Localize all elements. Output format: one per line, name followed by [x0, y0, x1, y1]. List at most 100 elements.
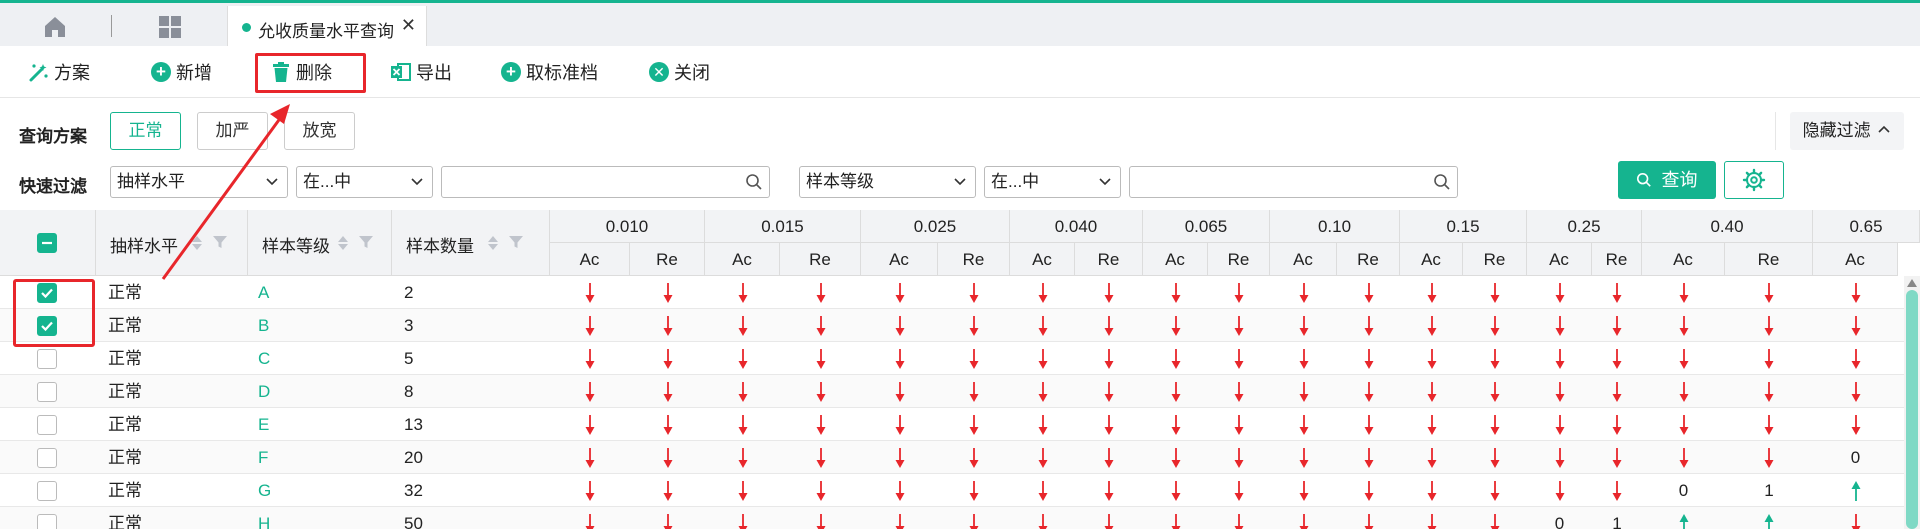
divider — [1775, 112, 1776, 150]
aql-header: 0.15 — [1400, 210, 1527, 243]
filter-panel: 查询方案 正常 加严 放宽 隐藏过滤 快速过滤 抽样水平 在...中 样本等级 … — [0, 98, 1920, 210]
arrow-down-icon — [1679, 282, 1689, 304]
operator-select-1[interactable]: 在...中 — [296, 166, 433, 198]
operator-select-2[interactable]: 在...中 — [984, 166, 1121, 198]
sample-grade-link[interactable]: C — [258, 342, 270, 375]
query-button[interactable]: 查询 — [1618, 161, 1716, 199]
arrow-down-icon — [816, 480, 826, 502]
search-icon[interactable] — [745, 173, 763, 196]
sampling-level-cell: 正常 — [108, 448, 142, 467]
table-row[interactable]: 正常 C 5 — [0, 342, 1920, 375]
row-checkbox[interactable] — [37, 514, 57, 529]
ac-header: Ac — [861, 243, 938, 276]
select-all-checkbox[interactable] — [37, 233, 57, 253]
sample-grade-link[interactable]: E — [258, 408, 269, 441]
filter-icon[interactable] — [212, 234, 228, 255]
scroll-thumb[interactable] — [1906, 290, 1918, 529]
arrow-down-icon — [1234, 315, 1244, 337]
sample-grade-link[interactable]: B — [258, 309, 269, 342]
arrow-down-icon — [1104, 381, 1114, 403]
ac-header: Ac — [1270, 243, 1337, 276]
table-row[interactable]: 正常 A 2 — [0, 276, 1920, 309]
arrow-down-icon — [1234, 513, 1244, 529]
arrow-down-icon — [1038, 447, 1048, 469]
sample-grade-link[interactable]: F — [258, 441, 268, 474]
field-select-1-value: 抽样水平 — [117, 172, 185, 191]
sampling-level-cell: 正常 — [108, 481, 142, 500]
row-checkbox[interactable] — [37, 481, 57, 501]
arrow-down-icon — [1299, 282, 1309, 304]
plus-circle-icon: + — [500, 61, 522, 83]
arrow-down-icon — [1764, 414, 1774, 436]
ac-re-value: 1 — [1612, 514, 1622, 529]
home-icon[interactable] — [42, 14, 68, 40]
search-icon[interactable] — [1433, 173, 1451, 196]
vertical-scrollbar[interactable] — [1904, 276, 1920, 529]
arrow-down-icon — [1764, 381, 1774, 403]
close-button[interactable]: ✕ 关闭 — [648, 58, 710, 86]
add-button[interactable]: + 新增 — [150, 58, 212, 86]
field-select-1[interactable]: 抽样水平 — [110, 166, 288, 198]
settings-button[interactable] — [1724, 161, 1784, 199]
column-header-level[interactable]: 抽样水平 — [96, 210, 248, 276]
arrow-down-icon — [585, 315, 595, 337]
scheme-row-label: 查询方案 — [19, 127, 87, 146]
table-row[interactable]: 正常 G 32 0 1 — [0, 474, 1920, 507]
value-input-1[interactable] — [441, 166, 770, 198]
arrow-down-icon — [1679, 315, 1689, 337]
column-header-size[interactable]: 样本数量 — [392, 210, 550, 276]
row-checkbox[interactable] — [37, 349, 57, 369]
sort-icon[interactable] — [486, 234, 500, 257]
filter-icon[interactable] — [508, 234, 524, 255]
table-row[interactable]: 正常 D 8 — [0, 375, 1920, 408]
arrow-down-icon — [1299, 381, 1309, 403]
aql-header: 0.065 — [1143, 210, 1270, 243]
re-header: Re — [1075, 243, 1143, 276]
ac-header: Ac — [550, 243, 630, 276]
arrow-down-icon — [1490, 447, 1500, 469]
scheme-button[interactable]: 方案 — [28, 58, 90, 86]
tab-aql-query[interactable]: 允收质量水平查询 ✕ — [227, 6, 427, 49]
hide-filter-button[interactable]: 隐藏过滤 — [1790, 112, 1904, 150]
row-checkbox[interactable] — [37, 415, 57, 435]
filter-icon[interactable] — [358, 234, 374, 255]
arrow-down-icon — [1427, 315, 1437, 337]
scheme-normal[interactable]: 正常 — [110, 112, 181, 150]
close-tab-icon[interactable]: ✕ — [401, 15, 416, 36]
arrow-down-icon — [1104, 414, 1114, 436]
export-button[interactable]: 导出 — [390, 58, 452, 86]
value-input-2[interactable] — [1129, 166, 1458, 198]
row-checkbox[interactable] — [37, 448, 57, 468]
column-header-grade[interactable]: 样本等级 — [248, 210, 392, 276]
arrow-down-icon — [1171, 282, 1181, 304]
sampling-level-cell: 正常 — [108, 415, 142, 434]
arrow-down-icon — [1427, 513, 1437, 529]
sample-grade-link[interactable]: D — [258, 375, 270, 408]
row-checkbox[interactable] — [37, 382, 57, 402]
arrow-down-icon — [1555, 381, 1565, 403]
table-row[interactable]: 正常 E 13 — [0, 408, 1920, 441]
cancel-standard-button[interactable]: + 取标准档 — [500, 58, 598, 86]
arrow-down-icon — [1364, 381, 1374, 403]
arrow-down-icon — [663, 315, 673, 337]
arrow-down-icon — [816, 348, 826, 370]
scheme-tightened[interactable]: 加严 — [197, 112, 268, 150]
field-select-2[interactable]: 样本等级 — [799, 166, 976, 198]
sampling-level-cell: 正常 — [108, 349, 142, 368]
re-header: Re — [1337, 243, 1400, 276]
table-row[interactable]: 正常 B 3 — [0, 309, 1920, 342]
apps-grid-icon[interactable] — [157, 14, 183, 40]
sort-icon[interactable] — [190, 234, 204, 257]
arrow-down-icon — [816, 381, 826, 403]
scheme-reduced[interactable]: 放宽 — [284, 112, 355, 150]
table-row[interactable]: 正常 F 20 0 — [0, 441, 1920, 474]
sample-grade-link[interactable]: H — [258, 507, 270, 529]
arrow-down-icon — [1234, 381, 1244, 403]
ac-re-value: 0 — [1678, 481, 1689, 500]
sample-grade-link[interactable]: G — [258, 474, 271, 507]
scroll-up-icon[interactable] — [1907, 279, 1917, 287]
sort-icon[interactable] — [336, 234, 350, 257]
sample-grade-link[interactable]: A — [258, 276, 269, 309]
table-row[interactable]: 正常 H 50 0 1 — [0, 507, 1920, 529]
arrow-down-icon — [1490, 348, 1500, 370]
